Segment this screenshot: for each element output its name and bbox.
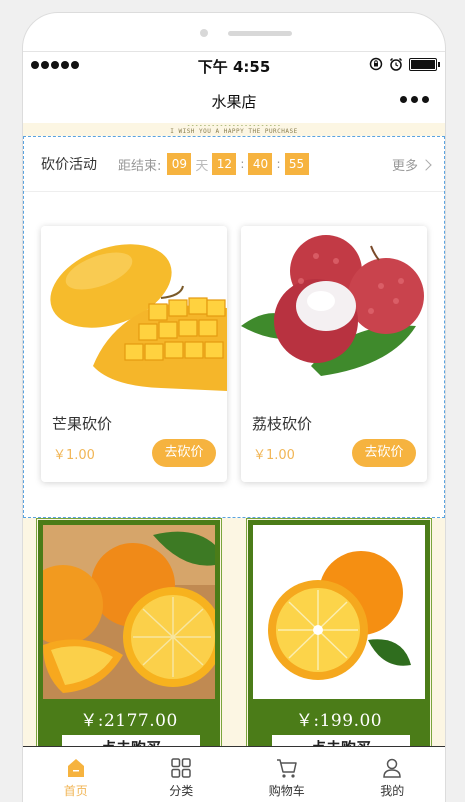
mango-image <box>41 226 227 396</box>
product-price: ￥:199.00 <box>295 711 383 731</box>
bargain-item-name: 芒果砍价 <box>52 415 113 433</box>
go-bargain-button[interactable]: 去砍价 <box>152 439 216 467</box>
tab-bar: 首页 分类 购物车 我的 <box>23 746 445 802</box>
page-title: 水果店 <box>211 93 257 111</box>
countdown-minutes: 40 <box>248 153 273 175</box>
alarm-icon <box>389 57 403 71</box>
bargain-item-price: ￥1.00 <box>253 448 295 463</box>
tab-profile[interactable]: 我的 <box>340 747 446 802</box>
bargain-section: 砍价活动 距结束: 09 天 12 : 40 : 55 更多 芒果砍价 ￥1.0… <box>23 136 445 518</box>
main-content[interactable]: ----------------------- I WISH YOU A HAP… <box>23 123 445 746</box>
more-menu-icon[interactable] <box>400 96 429 103</box>
tab-home[interactable]: 首页 <box>23 747 129 802</box>
speaker-grille <box>228 31 292 36</box>
product-card[interactable]: ￥:199.00 点击购买 <box>246 518 432 746</box>
rotation-lock-icon <box>369 57 383 71</box>
go-bargain-button[interactable]: 去砍价 <box>352 439 416 467</box>
user-icon <box>383 758 402 778</box>
product-card[interactable]: ￥:2177.00 点击购买 <box>36 518 222 746</box>
home-icon <box>67 759 84 777</box>
buy-now-button[interactable]: 点击购买 <box>272 735 410 746</box>
countdown-seconds: 55 <box>284 153 309 175</box>
more-link[interactable]: 更多 <box>392 155 432 174</box>
orange-product-image <box>43 525 215 699</box>
category-icon <box>171 758 191 778</box>
lychee-image <box>241 226 427 396</box>
navigation-bar: 水果店 <box>23 79 445 123</box>
bargain-item-name: 荔枝砍价 <box>252 415 313 433</box>
chevron-right-icon <box>420 158 432 171</box>
phone-frame: 下午 4:55 水果店 ----------------------- I WI… <box>22 12 446 802</box>
buy-now-button[interactable]: 点击购买 <box>62 735 200 746</box>
battery-icon <box>409 57 440 71</box>
countdown-hours: 12 <box>212 153 237 175</box>
orange-product-image <box>253 525 425 699</box>
bargain-title: 砍价活动 <box>41 157 97 173</box>
bargain-card-lychee[interactable]: 荔枝砍价 ￥1.00 去砍价 <box>241 226 427 482</box>
bargain-item-price: ￥1.00 <box>53 448 95 463</box>
marquee-banner: ----------------------- I WISH YOU A HAP… <box>170 123 298 135</box>
bargain-header: 砍价活动 距结束: 09 天 12 : 40 : 55 更多 <box>24 137 444 192</box>
countdown-timer: 距结束: 09 天 12 : 40 : 55 <box>118 153 309 175</box>
bargain-card-mango[interactable]: 芒果砍价 ￥1.00 去砍价 <box>41 226 227 482</box>
cart-icon <box>276 759 297 778</box>
tab-category[interactable]: 分类 <box>129 747 235 802</box>
product-price: ￥:2177.00 <box>80 711 178 731</box>
tab-cart[interactable]: 购物车 <box>234 747 340 802</box>
countdown-days: 09 <box>167 153 192 175</box>
camera-dot <box>200 29 208 37</box>
status-bar: 下午 4:55 <box>23 51 445 80</box>
